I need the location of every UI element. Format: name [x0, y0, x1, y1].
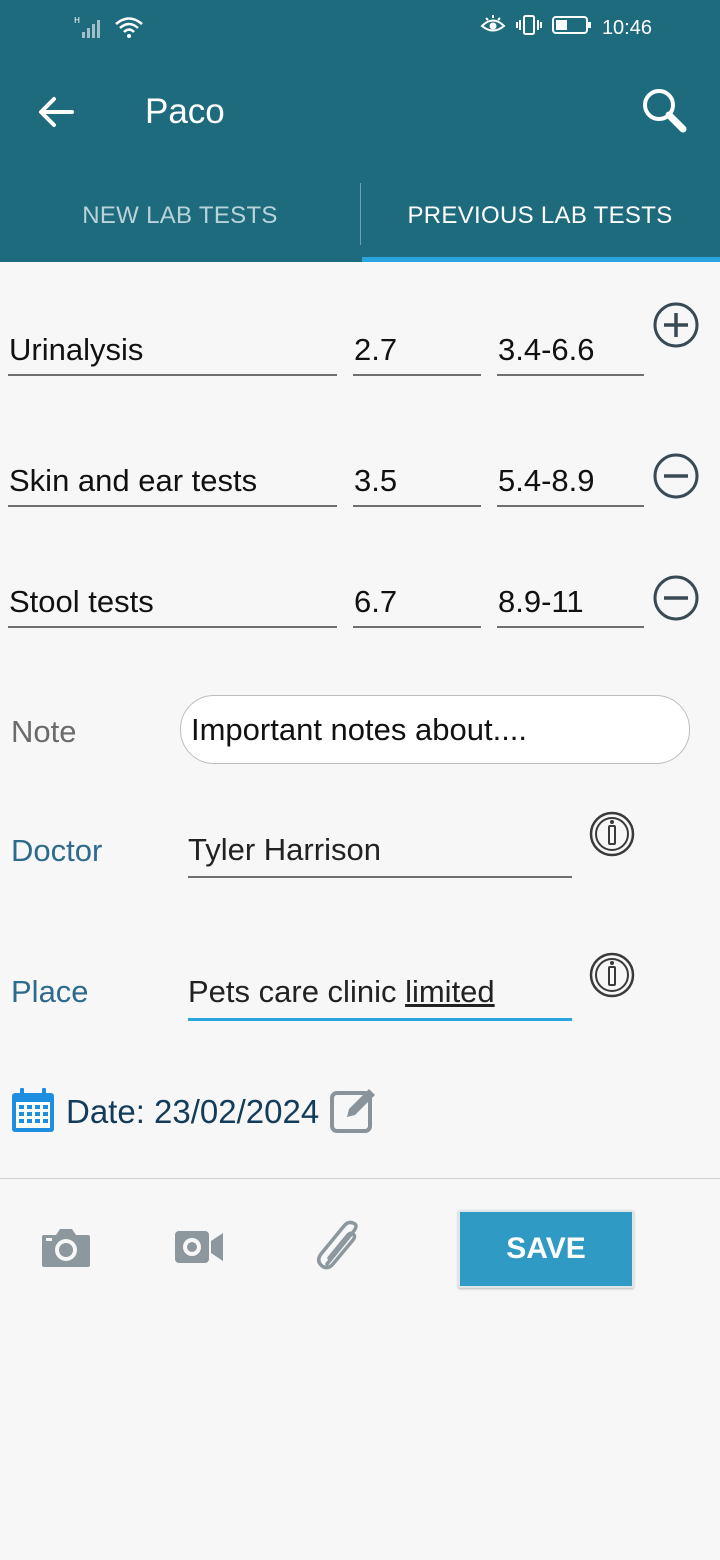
wifi-icon	[114, 15, 144, 44]
back-button[interactable]	[30, 88, 82, 140]
battery-icon	[551, 15, 592, 41]
video-camera-icon	[173, 1227, 225, 1272]
note-input[interactable]: Important notes about....	[180, 695, 690, 764]
plus-circle-icon	[652, 301, 700, 354]
status-time: 10:46	[601, 16, 652, 39]
arrow-left-icon	[36, 92, 76, 137]
test-value-field[interactable]: 6.7	[353, 578, 481, 628]
page-title: Paco	[145, 92, 225, 131]
tab-previous-lab-tests[interactable]: PREVIOUS LAB TESTS	[360, 170, 720, 262]
test-range-field[interactable]: 5.4-8.9	[497, 457, 644, 507]
info-icon	[588, 810, 636, 863]
remove-test-button[interactable]	[651, 453, 701, 503]
save-button[interactable]: SAVE	[458, 1210, 634, 1288]
minus-circle-icon	[652, 574, 700, 627]
divider	[0, 1178, 720, 1179]
test-range-field[interactable]: 3.4-6.6	[497, 326, 644, 376]
edit-date-icon[interactable]	[329, 1085, 379, 1140]
video-button[interactable]	[169, 1219, 229, 1279]
date-row: Date: 23/02/2024	[10, 1084, 379, 1140]
calendar-icon[interactable]	[10, 1086, 56, 1139]
minus-circle-icon	[652, 452, 700, 505]
info-icon	[588, 951, 636, 1004]
camera-button[interactable]	[36, 1219, 96, 1279]
test-name-field[interactable]: Urinalysis	[8, 326, 337, 376]
add-test-button[interactable]	[651, 302, 701, 352]
test-name-field[interactable]: Skin and ear tests	[8, 457, 337, 507]
vibrate-icon	[515, 14, 542, 42]
date-text: Date: 23/02/2024	[66, 1093, 320, 1130]
test-name-field[interactable]: Stool tests	[8, 578, 337, 628]
remove-test-button[interactable]	[651, 575, 701, 625]
status-left: H	[74, 14, 144, 45]
search-button[interactable]	[634, 82, 694, 142]
test-value-field[interactable]: 3.5	[353, 457, 481, 507]
app-header: H 10:46 Paco NEW LAB TESTS PREVIOUS LAB …	[0, 0, 720, 262]
paperclip-icon	[313, 1220, 367, 1279]
test-value-field[interactable]: 2.7	[353, 326, 481, 376]
tab-new-lab-tests[interactable]: NEW LAB TESTS	[0, 170, 360, 262]
doctor-label: Doctor	[11, 833, 103, 868]
place-info-button[interactable]	[587, 952, 637, 1002]
place-field[interactable]: Pets care clinic limited	[188, 969, 572, 1021]
status-right: 10:46	[480, 14, 652, 42]
test-range-field[interactable]: 8.9-11	[497, 578, 644, 628]
svg-text:H: H	[74, 16, 80, 25]
signal-icon: H	[74, 14, 108, 45]
camera-icon	[40, 1225, 92, 1274]
eye-comfort-icon	[480, 15, 506, 41]
place-value-composing: limited	[405, 974, 495, 1009]
status-bar: H 10:46	[0, 0, 720, 58]
app-bar: Paco	[0, 58, 720, 170]
tab-divider	[360, 183, 361, 245]
search-icon	[639, 85, 689, 140]
place-label: Place	[11, 974, 89, 1009]
attach-button[interactable]	[310, 1219, 370, 1279]
doctor-field[interactable]: Tyler Harrison	[188, 826, 572, 878]
doctor-info-button[interactable]	[587, 811, 637, 861]
note-label: Note	[11, 714, 77, 749]
place-value: Pets care clinic	[188, 974, 406, 1009]
